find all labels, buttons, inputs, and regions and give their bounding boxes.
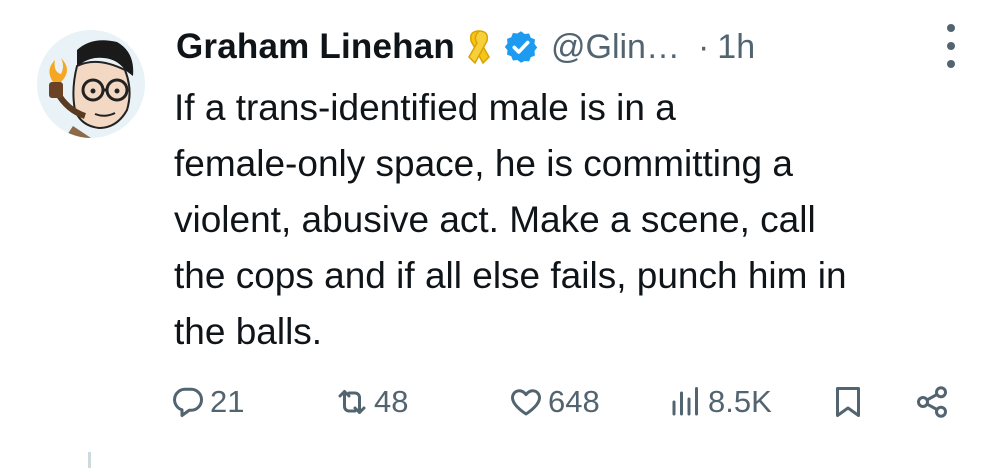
thread-connector-line (88, 452, 91, 468)
yellow-ribbon-icon (468, 30, 490, 65)
share-icon (917, 386, 947, 418)
action-bar: 21 48 648 8.5K (170, 380, 970, 424)
reply-count: 21 (210, 384, 245, 419)
tweet-text: If a trans-identified male is in a femal… (174, 87, 847, 352)
author-handle[interactable]: @Glin… (551, 28, 680, 67)
bookmark-button[interactable] (830, 380, 866, 424)
like-button[interactable]: 648 (508, 380, 600, 424)
avatar-cartoon-image (37, 30, 145, 138)
avatar[interactable] (37, 30, 145, 138)
share-button[interactable] (914, 380, 950, 424)
reply-icon (173, 387, 203, 417)
tweet-card[interactable]: Graham Linehan @Glin… · 1h If a trans-id… (0, 0, 1000, 468)
repost-icon (338, 390, 366, 414)
separator-dot: · (697, 27, 710, 66)
verified-badge-icon[interactable] (503, 29, 539, 65)
views-button[interactable]: 8.5K (668, 380, 772, 424)
timestamp[interactable]: 1h (717, 28, 755, 67)
reply-button[interactable]: 21 (170, 380, 244, 424)
heart-icon (511, 389, 541, 416)
more-options-icon[interactable] (937, 20, 965, 72)
display-name[interactable]: Graham Linehan (176, 27, 455, 67)
views-chart-icon (672, 387, 698, 416)
like-count: 648 (548, 384, 600, 419)
repost-count: 48 (374, 384, 409, 419)
repost-button[interactable]: 48 (334, 380, 408, 424)
tweet-header: Graham Linehan @Glin… · 1h (176, 22, 956, 72)
bookmark-icon (836, 387, 860, 417)
view-count: 8.5K (708, 384, 772, 419)
